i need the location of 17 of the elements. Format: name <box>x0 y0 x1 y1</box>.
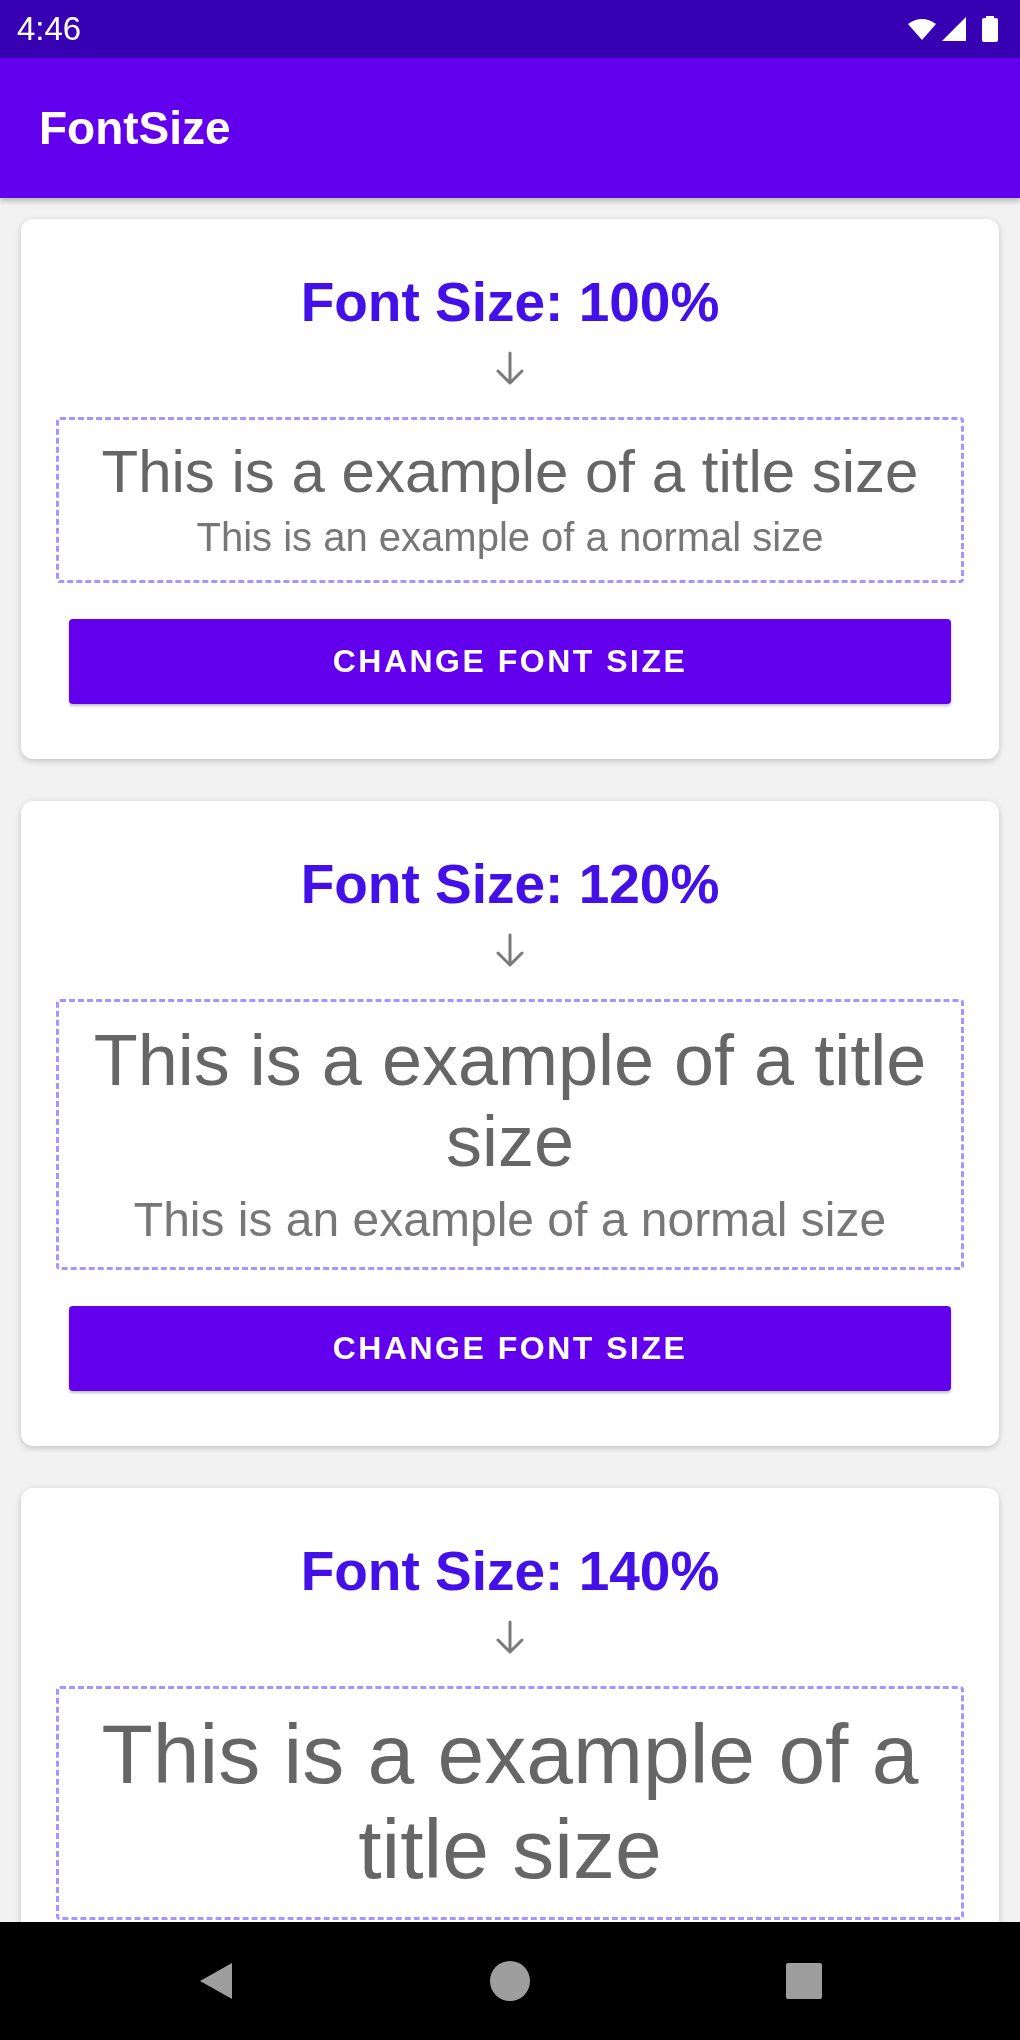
font-size-label: Font Size: 100% <box>300 272 720 332</box>
font-size-label: Font Size: 140% <box>300 1541 720 1602</box>
font-size-label: Font Size: 120% <box>300 853 720 914</box>
change-font-size-button[interactable]: CHANGE FONT SIZE <box>69 618 951 704</box>
title-size-text: This is a example of a title size <box>101 438 919 506</box>
wifi-icon <box>908 18 936 40</box>
signal-icon <box>942 17 966 41</box>
home-icon[interactable] <box>490 1961 530 2001</box>
battery-icon <box>982 16 998 42</box>
recents-icon[interactable] <box>784 1961 824 2001</box>
app-title: FontSize <box>39 101 231 155</box>
change-font-size-button[interactable]: CHANGE FONT SIZE <box>69 1306 951 1392</box>
normal-size-text: This is an example of a normal size <box>196 513 824 560</box>
normal-size-text: This is an example of a normal size <box>133 1192 887 1248</box>
status-time: 4:46 <box>17 10 82 48</box>
title-size-text: This is a example of a title size <box>92 1019 928 1183</box>
title-size-text: This is a example of a title size <box>100 1707 920 1898</box>
